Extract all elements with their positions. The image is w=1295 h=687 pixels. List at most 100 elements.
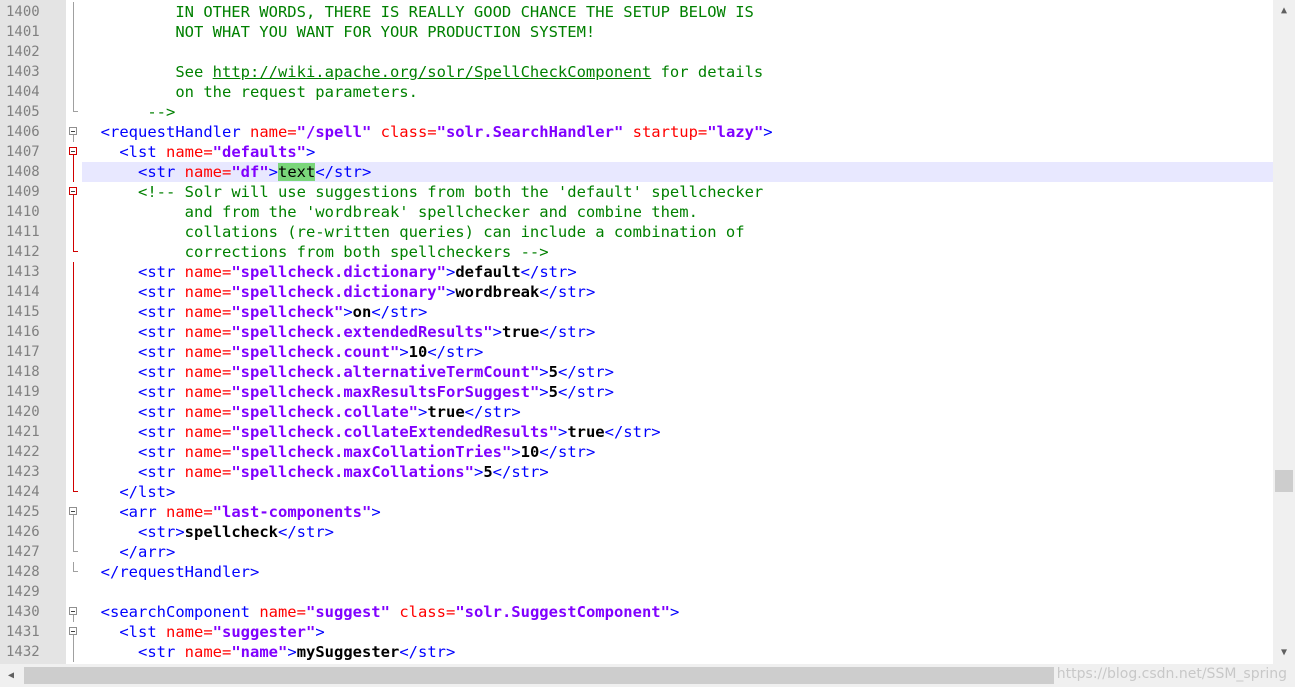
code-line[interactable]: 1428 </requestHandler> [0,562,1273,582]
code-line[interactable]: 1416 <str name="spellcheck.extendedResul… [0,322,1273,342]
fold-marker [66,542,82,562]
code-text[interactable]: <str name="spellcheck.maxResultsForSugge… [82,382,1273,402]
code-text[interactable]: <str name="spellcheck.maxCollations">5</… [82,462,1273,482]
code-text[interactable]: <str name="spellcheck.collate">true</str… [82,402,1273,422]
triangle-left-icon[interactable]: ◀ [0,664,22,687]
code-line[interactable]: 1424 </lst> [0,482,1273,502]
fold-marker[interactable] [66,502,82,522]
code-text[interactable]: <str name="spellcheck.alternativeTermCou… [82,362,1273,382]
code-line[interactable]: 1411 collations (re-written queries) can… [0,222,1273,242]
code-line[interactable]: 1417 <str name="spellcheck.count">10</st… [0,342,1273,362]
code-line[interactable]: 1415 <str name="spellcheck">on</str> [0,302,1273,322]
code-text[interactable]: <str name="spellcheck.dictionary">defaul… [82,262,1273,282]
collapse-icon[interactable] [69,147,77,155]
code-text[interactable] [82,42,1273,62]
code-editor[interactable]: 1400 IN OTHER WORDS, THERE IS REALLY GOO… [0,0,1273,664]
code-line[interactable]: 1421 <str name="spellcheck.collateExtend… [0,422,1273,442]
code-token: 5 [548,363,558,381]
code-line[interactable]: 1412 corrections from both spellcheckers… [0,242,1273,262]
code-line[interactable]: 1413 <str name="spellcheck.dictionary">d… [0,262,1273,282]
fold-marker [66,522,82,542]
line-number: 1401 [6,24,40,40]
code-line[interactable]: 1432 <str name="name">mySuggester</str> [0,642,1273,662]
collapse-icon[interactable] [69,187,77,195]
code-text[interactable]: <str name="spellcheck.extendedResults">t… [82,322,1273,342]
code-text[interactable]: <str>spellcheck</str> [82,522,1273,542]
code-line[interactable]: 1401 NOT WHAT YOU WANT FOR YOUR PRODUCTI… [0,22,1273,42]
code-text[interactable]: <str name="spellcheck.maxCollationTries"… [82,442,1273,462]
code-line[interactable]: 1407 <lst name="defaults"> [0,142,1273,162]
code-line[interactable]: 1423 <str name="spellcheck.maxCollations… [0,462,1273,482]
code-text[interactable]: <requestHandler name="/spell" class="sol… [82,122,1273,142]
code-text[interactable]: <str name="df">text</str> [82,162,1273,182]
code-line[interactable]: 1426 <str>spellcheck</str> [0,522,1273,542]
code-token: "last-components" [212,503,372,521]
collapse-icon[interactable] [69,607,77,615]
code-text[interactable]: and from the 'wordbreak' spellchecker an… [82,202,1273,222]
code-line[interactable]: 1430 <searchComponent name="suggest" cla… [0,602,1273,622]
triangle-down-icon[interactable]: ▼ [1273,642,1295,664]
code-text[interactable]: <lst name="suggester"> [82,622,1273,642]
collapse-icon[interactable] [69,507,77,515]
fold-marker[interactable] [66,182,82,202]
horizontal-scroll-thumb[interactable] [24,667,1054,684]
code-text[interactable]: corrections from both spellcheckers --> [82,242,1273,262]
code-line[interactable]: 1402 [0,42,1273,62]
code-text[interactable]: <arr name="last-components"> [82,502,1273,522]
code-line[interactable]: 1419 <str name="spellcheck.maxResultsFor… [0,382,1273,402]
vertical-scrollbar[interactable]: ▲ ▼ [1273,0,1295,664]
code-line[interactable]: 1420 <str name="spellcheck.collate">true… [0,402,1273,422]
code-text[interactable]: <lst name="defaults"> [82,142,1273,162]
code-text[interactable]: collations (re-written queries) can incl… [82,222,1273,242]
code-text[interactable]: IN OTHER WORDS, THERE IS REALLY GOOD CHA… [82,2,1273,22]
code-line[interactable]: 1414 <str name="spellcheck.dictionary">w… [0,282,1273,302]
code-line[interactable]: 1404 on the request parameters. [0,82,1273,102]
code-line[interactable]: 1422 <str name="spellcheck.maxCollationT… [0,442,1273,462]
code-text[interactable]: <str name="spellcheck.collateExtendedRes… [82,422,1273,442]
code-text[interactable]: <str name="spellcheck">on</str> [82,302,1273,322]
code-text[interactable]: <!-- Solr will use suggestions from both… [82,182,1273,202]
code-text[interactable]: NOT WHAT YOU WANT FOR YOUR PRODUCTION SY… [82,22,1273,42]
code-line[interactable]: 1429 [0,582,1273,602]
vertical-scroll-thumb[interactable] [1275,470,1293,492]
code-line[interactable]: 1403 See http://wiki.apache.org/solr/Spe… [0,62,1273,82]
code-line[interactable]: 1409 <!-- Solr will use suggestions from… [0,182,1273,202]
code-text[interactable]: See http://wiki.apache.org/solr/SpellChe… [82,62,1273,82]
code-text[interactable]: --> [82,102,1273,122]
code-token: </str> [539,323,596,341]
code-text[interactable]: <str name="name">mySuggester</str> [82,642,1273,662]
collapse-icon[interactable] [69,127,77,135]
hyperlink[interactable]: http://wiki.apache.org/solr/SpellCheckCo… [213,63,652,81]
fold-marker [66,382,82,402]
code-text[interactable]: <str name="spellcheck.dictionary">wordbr… [82,282,1273,302]
code-line[interactable]: 1427 </arr> [0,542,1273,562]
code-line[interactable]: 1400 IN OTHER WORDS, THERE IS REALLY GOO… [0,2,1273,22]
fold-marker[interactable] [66,602,82,622]
code-token: > [539,383,549,401]
line-number: 1402 [6,44,40,60]
code-text[interactable]: </arr> [82,542,1273,562]
fold-marker[interactable] [66,622,82,642]
code-text[interactable]: on the request parameters. [82,82,1273,102]
code-line[interactable]: 1406 <requestHandler name="/spell" class… [0,122,1273,142]
code-token: name= [184,283,232,301]
code-token: > [417,403,428,421]
code-text[interactable]: </requestHandler> [82,562,1273,582]
fold-marker[interactable] [66,122,82,142]
code-token: <lst [119,143,166,161]
code-line[interactable]: 1405 --> [0,102,1273,122]
code-line[interactable]: 1410 and from the 'wordbreak' spellcheck… [0,202,1273,222]
code-line[interactable]: 1408 <str name="df">text</str> [0,162,1273,182]
code-text[interactable]: <searchComponent name="suggest" class="s… [82,602,1273,622]
code-text[interactable] [82,582,1273,602]
code-text[interactable]: <str name="spellcheck.count">10</str> [82,342,1273,362]
fold-marker[interactable] [66,142,82,162]
code-line[interactable]: 1431 <lst name="suggester"> [0,622,1273,642]
collapse-icon[interactable] [69,627,77,635]
triangle-up-icon[interactable]: ▲ [1273,0,1295,22]
code-line[interactable]: 1425 <arr name="last-components"> [0,502,1273,522]
fold-marker [66,262,82,282]
code-line[interactable]: 1418 <str name="spellcheck.alternativeTe… [0,362,1273,382]
code-text[interactable]: </lst> [82,482,1273,502]
